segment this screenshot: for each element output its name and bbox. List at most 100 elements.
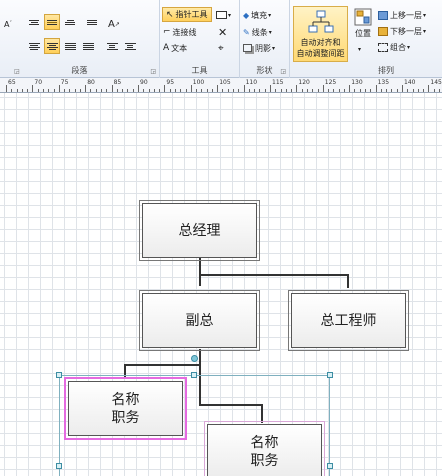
- org-node-chief-engineer[interactable]: 总工程师: [288, 290, 409, 351]
- ruler-minor-tick: [90, 89, 92, 92]
- drawing-canvas[interactable]: 总经理 副总 总工程师 名称 职务 名称 职务: [0, 93, 442, 476]
- send-backward-icon: [378, 26, 388, 36]
- ruler-major-tick: [322, 85, 324, 92]
- resize-handle-top-right[interactable]: [327, 372, 333, 378]
- ruler-minor-tick: [412, 89, 414, 92]
- chevron-down-icon: ▾: [358, 46, 362, 53]
- align-middle-button[interactable]: [44, 14, 60, 30]
- align-bottom-button[interactable]: [62, 14, 78, 30]
- ruler-minor-tick: [380, 89, 382, 92]
- ruler-minor-tick: [148, 89, 150, 92]
- group-button[interactable]: 组合 ▾: [378, 39, 410, 55]
- ruler-minor-tick: [259, 89, 261, 92]
- horizontal-ruler[interactable]: 65 70 75 80 85 90 95 100 105 110 115 120 125 130 135 14…: [0, 78, 442, 93]
- org-node-vice-president[interactable]: 副总: [139, 290, 260, 351]
- ruler-label: 90: [140, 79, 148, 86]
- ribbon: Aˇ A ↗ ◲ 段落 ◲ ↖ 指针工具 ▾ ⌐ 连接线 ✕ A 文本 ⌖ 工具…: [0, 0, 442, 78]
- pointer-tool-button[interactable]: ↖ 指针工具: [162, 7, 212, 22]
- node-label: 副总: [185, 312, 214, 329]
- line-button[interactable]: ✎ 线条 ▾: [243, 24, 272, 40]
- ruler-minor-tick: [433, 89, 435, 92]
- ruler-minor-tick: [264, 89, 266, 92]
- chevron-down-icon: ▾: [423, 11, 427, 19]
- position-label: 位置: [355, 29, 371, 38]
- send-backward-label: 下移一层: [390, 26, 422, 36]
- chevron-down-icon: ▾: [407, 43, 411, 51]
- ruler-minor-tick: [185, 89, 187, 92]
- resize-handle-top-center[interactable]: [191, 372, 197, 378]
- bring-forward-button[interactable]: 上移一层 ▾: [378, 7, 426, 23]
- ruler-major-tick: [217, 85, 219, 92]
- ruler-label: 95: [166, 79, 175, 86]
- align-top-button[interactable]: [26, 14, 42, 30]
- bring-forward-icon: [378, 10, 388, 20]
- chevron-down-icon: ▾: [272, 44, 276, 52]
- text-icon: A: [163, 43, 170, 53]
- ruler-minor-tick: [317, 89, 319, 92]
- chevron-down-icon: ▾: [228, 11, 232, 19]
- ruler-major-tick: [402, 85, 403, 92]
- ruler-minor-tick: [11, 89, 13, 92]
- ruler-major-tick: [428, 85, 430, 92]
- resize-handle-middle-right[interactable]: [327, 463, 333, 469]
- ruler-minor-tick: [116, 89, 118, 92]
- line-label: 线条: [251, 27, 268, 37]
- text-direction-button[interactable]: A ↗: [108, 16, 120, 32]
- resize-handle-top-left[interactable]: [56, 372, 62, 378]
- auto-align-space-button[interactable]: 自动对齐和 自动调整间距: [293, 6, 348, 62]
- ruler-minor-tick: [370, 89, 372, 92]
- pointer-tool-label: 指针工具: [175, 10, 208, 19]
- decrease-indent-button[interactable]: [104, 38, 120, 54]
- chevron-down-icon: ▾: [268, 11, 272, 19]
- bullet-list-button[interactable]: [84, 14, 100, 30]
- rectangle-tool-button[interactable]: ▾: [216, 7, 231, 23]
- ruler-minor-tick: [222, 89, 224, 92]
- fill-button[interactable]: ◆ 填充 ▾: [243, 7, 271, 23]
- connector-tool-label: 连接线: [172, 27, 197, 37]
- shape-group: ◆ 填充 ▾ ✎ 线条 ▾ 阴影 ▾ 形状 ◲: [240, 0, 290, 78]
- justify-button[interactable]: [80, 38, 96, 54]
- shape-dialog-launcher-icon[interactable]: ◲: [280, 68, 286, 75]
- ruler-label: 75: [60, 79, 69, 86]
- ruler-minor-tick: [417, 89, 419, 92]
- org-node-general-manager[interactable]: 总经理: [139, 200, 260, 261]
- ruler-minor-tick: [248, 89, 250, 92]
- ruler-minor-tick: [438, 89, 440, 92]
- ruler-minor-tick: [343, 89, 345, 92]
- increase-indent-button[interactable]: [122, 38, 138, 54]
- ruler-minor-tick: [42, 89, 44, 92]
- group-label: 组合: [390, 42, 406, 52]
- ruler-minor-tick: [407, 89, 409, 92]
- ruler-minor-tick: [64, 89, 66, 92]
- connection-point-button[interactable]: ⌖: [218, 40, 224, 56]
- ruler-minor-tick: [180, 89, 182, 92]
- auto-align-label-line1: 自动对齐和: [300, 38, 341, 47]
- ruler-minor-tick: [27, 89, 29, 92]
- connector-tool-button[interactable]: ⌐ 连接线: [163, 24, 197, 40]
- font-size-shrink-button[interactable]: Aˇ: [4, 16, 12, 32]
- position-icon: [354, 8, 372, 26]
- ruler-minor-tick: [95, 89, 97, 92]
- text-tool-button[interactable]: A 文本: [163, 40, 187, 56]
- auto-align-label-line2: 自动调整间距: [296, 49, 345, 58]
- resize-handle-middle-left[interactable]: [56, 463, 62, 469]
- connector-icon: ⌐: [163, 27, 171, 37]
- ruler-minor-tick: [275, 89, 277, 92]
- align-right-button[interactable]: [62, 38, 78, 54]
- shadow-label: 阴影: [255, 43, 271, 53]
- tools-group-label: 工具: [191, 66, 208, 75]
- shadow-button[interactable]: 阴影 ▾: [243, 40, 275, 56]
- rotation-handle[interactable]: [191, 355, 198, 362]
- align-center-button[interactable]: [44, 38, 60, 54]
- position-button[interactable]: 位置: [352, 8, 374, 48]
- align-left-button[interactable]: [26, 38, 42, 54]
- ruler-minor-tick: [159, 89, 161, 92]
- paragraph-dialog-launcher-icon[interactable]: ◲: [150, 68, 156, 75]
- ruler-minor-tick: [174, 89, 176, 92]
- pointer-icon: ↖: [166, 9, 174, 20]
- close-tool-button[interactable]: ✕: [218, 24, 227, 40]
- connector-line: [347, 274, 349, 288]
- text-tool-label: 文本: [171, 43, 188, 53]
- connector-line: [124, 364, 201, 366]
- send-backward-button[interactable]: 下移一层 ▾: [378, 23, 426, 39]
